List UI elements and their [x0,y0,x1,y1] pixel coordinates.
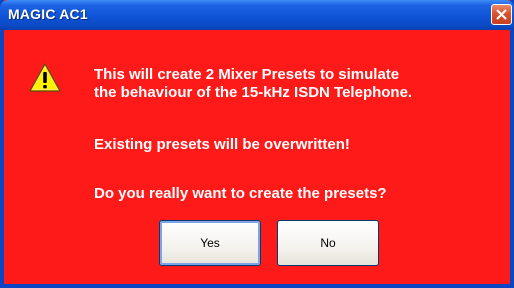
no-button[interactable]: No [277,220,379,266]
message-line-1: This will create 2 Mixer Presets to simu… [94,66,400,83]
message-line-2: the behaviour of the 15-kHz ISDN Telepho… [94,84,413,101]
warning-icon [29,63,61,92]
window-title: MAGIC AC1 [8,6,88,22]
dialog-content: This will create 2 Mixer Presets to simu… [4,30,510,284]
title-bar[interactable]: MAGIC AC1 [0,0,514,30]
message-line-4: Do you really want to create the presets… [94,185,387,202]
close-icon [496,9,507,20]
close-button[interactable] [491,4,512,25]
yes-button[interactable]: Yes [159,220,261,266]
dialog-window: MAGIC AC1 This will create 2 Mixer Prese… [0,0,514,288]
message-line-3: Existing presets will be overwritten! [94,136,350,153]
